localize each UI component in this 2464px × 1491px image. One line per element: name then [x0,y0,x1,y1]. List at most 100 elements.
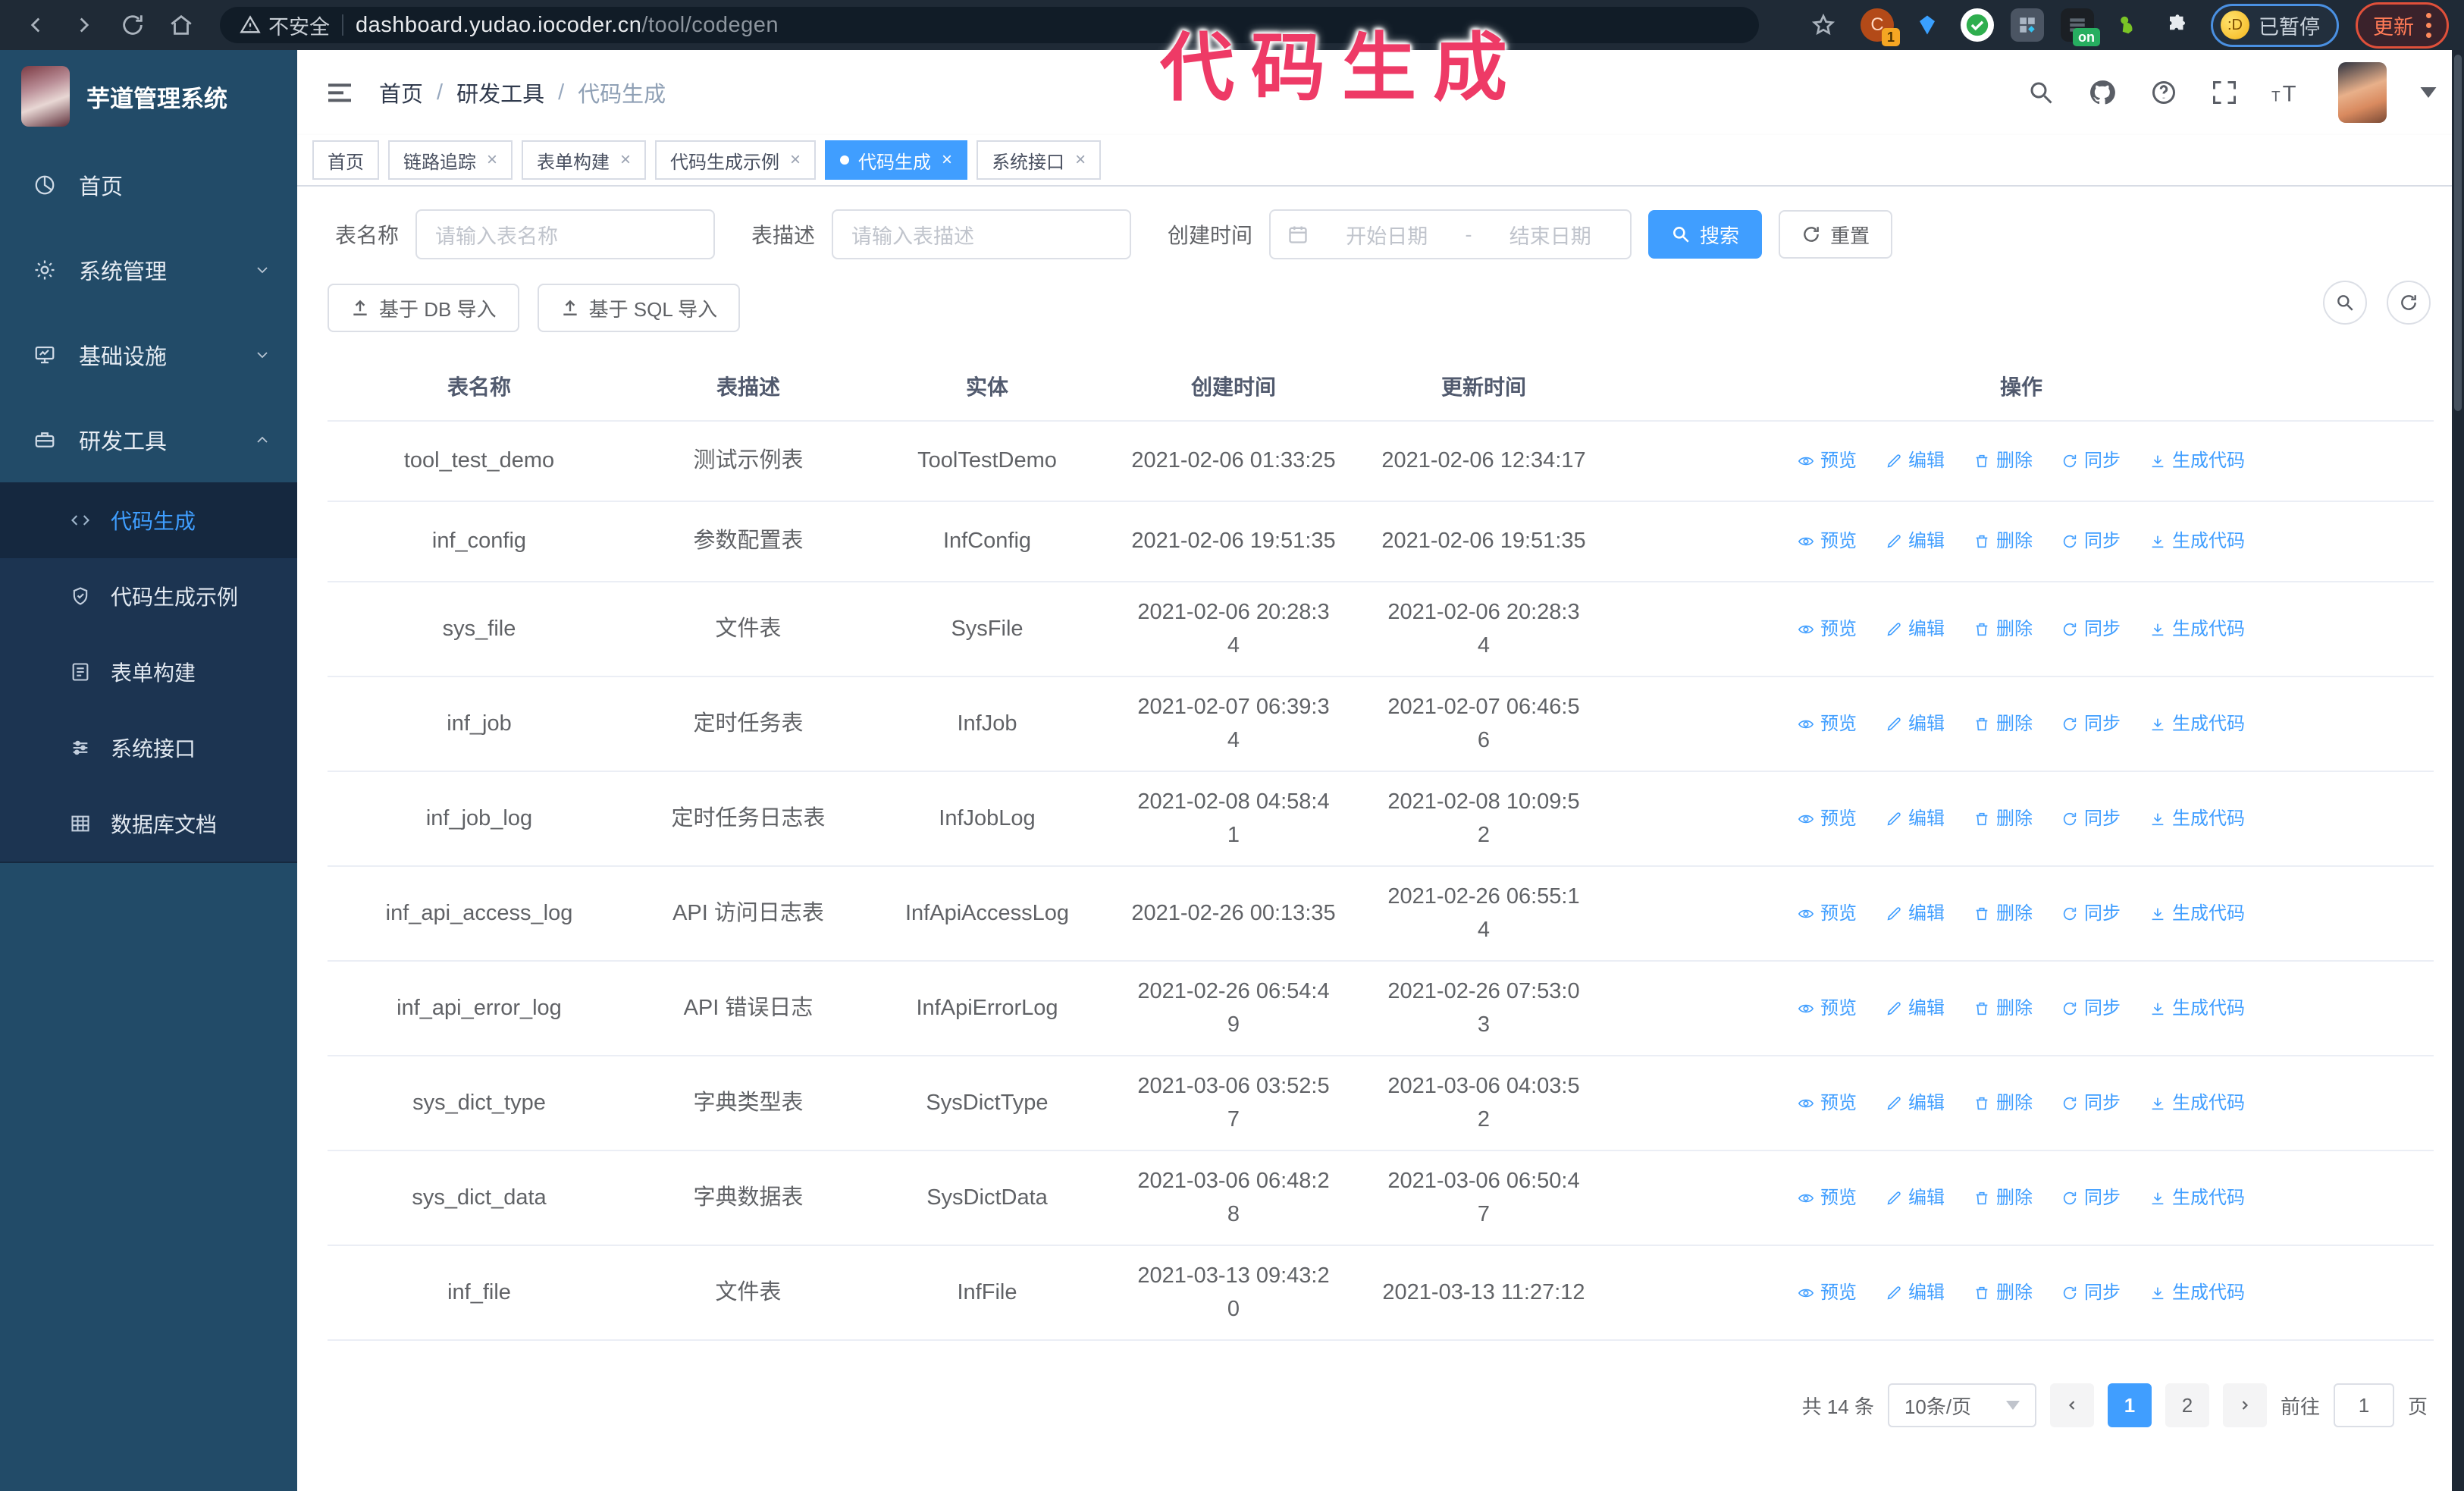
action-edit[interactable]: 编辑 [1886,805,1945,833]
action-preview[interactable]: 预览 [1798,805,1857,833]
scrollbar-thumb[interactable] [2454,55,2462,411]
action-edit[interactable]: 编辑 [1886,711,1945,738]
action-delete[interactable]: 删除 [1973,447,2033,475]
table-desc-input[interactable]: 请输入表描述 [832,209,1132,259]
prev-page-button[interactable] [2049,1383,2094,1427]
hamburger-icon[interactable] [324,77,355,108]
tab-close-icon[interactable]: × [942,149,952,171]
action-delete[interactable]: 删除 [1973,900,2033,928]
sidebar-item-研发工具[interactable]: 研发工具 [0,397,297,482]
action-delete[interactable]: 删除 [1973,528,2033,555]
bookmark-star-icon[interactable] [1803,5,1844,46]
action-edit[interactable]: 编辑 [1886,616,1945,643]
page-scrollbar[interactable] [2452,50,2464,1491]
reload-icon[interactable] [112,5,153,46]
sidebar-item-基础设施[interactable]: 基础设施 [0,312,297,397]
tab-close-icon[interactable]: × [487,149,497,171]
sidebar-subitem-代码生成[interactable]: 代码生成 [0,482,297,558]
action-delete[interactable]: 删除 [1973,1090,2033,1117]
action-delete[interactable]: 删除 [1973,616,2033,643]
action-delete[interactable]: 删除 [1973,1279,2033,1307]
action-delete[interactable]: 删除 [1973,1185,2033,1212]
home-icon[interactable] [161,5,202,46]
reset-button[interactable]: 重置 [1779,210,1893,259]
action-generate-code[interactable]: 生成代码 [2149,1090,2245,1117]
sidebar-item-首页[interactable]: 首页 [0,143,297,228]
import-db-button[interactable]: 基于 DB 导入 [328,284,519,332]
action-preview[interactable]: 预览 [1798,447,1857,475]
extension-icon-green-check[interactable] [1961,8,1994,42]
page-button-1[interactable]: 1 [2107,1383,2152,1427]
help-icon[interactable] [2150,79,2177,106]
date-range-picker[interactable]: 开始日期 - 结束日期 [1269,209,1632,259]
action-edit[interactable]: 编辑 [1886,528,1945,555]
action-sync[interactable]: 同步 [2061,900,2121,928]
action-sync[interactable]: 同步 [2061,447,2121,475]
tab-表单构建[interactable]: 表单构建 × [522,140,647,180]
extension-icon-gem[interactable] [1911,8,1944,42]
sidebar-logo[interactable]: 芋道管理系统 [0,50,297,143]
show-search-toggle-button[interactable] [2323,281,2367,325]
action-generate-code[interactable]: 生成代码 [2149,528,2245,555]
extension-icon-dark[interactable]: on [2061,8,2100,46]
refresh-table-button[interactable] [2387,281,2431,325]
extension-icon-frog[interactable] [2111,8,2144,42]
action-delete[interactable]: 删除 [1973,995,2033,1022]
action-sync[interactable]: 同步 [2061,1279,2121,1307]
action-sync[interactable]: 同步 [2061,805,2121,833]
extensions-puzzle-icon[interactable] [2161,8,2194,42]
action-edit[interactable]: 编辑 [1886,1279,1945,1307]
action-edit[interactable]: 编辑 [1886,900,1945,928]
extension-icon-orange[interactable]: C1 [1861,8,1900,46]
action-generate-code[interactable]: 生成代码 [2149,995,2245,1022]
paused-badge[interactable]: :D 已暂停 [2211,3,2339,47]
extension-icon-grid[interactable] [2011,8,2044,42]
action-preview[interactable]: 预览 [1798,1279,1857,1307]
action-generate-code[interactable]: 生成代码 [2149,711,2245,738]
action-generate-code[interactable]: 生成代码 [2149,805,2245,833]
tab-close-icon[interactable]: × [620,149,631,171]
search-button[interactable]: 搜索 [1648,210,1763,259]
action-delete[interactable]: 删除 [1973,711,2033,738]
import-sql-button[interactable]: 基于 SQL 导入 [537,284,741,332]
github-icon[interactable] [2088,78,2117,107]
action-preview[interactable]: 预览 [1798,1090,1857,1117]
action-generate-code[interactable]: 生成代码 [2149,1279,2245,1307]
table-name-input[interactable]: 请输入表名称 [415,209,716,259]
action-edit[interactable]: 编辑 [1886,1185,1945,1212]
tab-代码生成示例[interactable]: 代码生成示例 × [655,140,817,180]
action-generate-code[interactable]: 生成代码 [2149,1185,2245,1212]
tab-系统接口[interactable]: 系统接口 × [977,140,1102,180]
action-sync[interactable]: 同步 [2061,1090,2121,1117]
action-edit[interactable]: 编辑 [1886,995,1945,1022]
sidebar-subitem-数据库文档[interactable]: 数据库文档 [0,786,297,862]
header-search-icon[interactable] [2027,79,2055,106]
caret-down-icon[interactable] [2420,87,2437,98]
action-edit[interactable]: 编辑 [1886,447,1945,475]
back-icon[interactable] [15,5,56,46]
action-preview[interactable]: 预览 [1798,528,1857,555]
forward-icon[interactable] [64,5,105,46]
action-preview[interactable]: 预览 [1798,900,1857,928]
security-warning[interactable]: 不安全 [240,11,330,40]
breadcrumb-home[interactable]: 首页 [379,77,423,108]
action-preview[interactable]: 预览 [1798,1185,1857,1212]
action-sync[interactable]: 同步 [2061,528,2121,555]
page-size-select[interactable]: 10条/页 [1887,1383,2036,1427]
action-sync[interactable]: 同步 [2061,616,2121,643]
update-button[interactable]: 更新 [2356,2,2449,49]
action-preview[interactable]: 预览 [1798,711,1857,738]
breadcrumb-tools[interactable]: 研发工具 [456,77,544,108]
action-sync[interactable]: 同步 [2061,995,2121,1022]
tab-代码生成[interactable]: 代码生成 × [825,140,968,180]
tab-链路追踪[interactable]: 链路追踪 × [388,140,513,180]
action-generate-code[interactable]: 生成代码 [2149,616,2245,643]
action-sync[interactable]: 同步 [2061,711,2121,738]
sidebar-subitem-系统接口[interactable]: 系统接口 [0,710,297,786]
action-edit[interactable]: 编辑 [1886,1090,1945,1117]
sidebar-subitem-表单构建[interactable]: 表单构建 [0,634,297,710]
fullscreen-icon[interactable] [2211,79,2238,106]
goto-page-input[interactable]: 1 [2333,1383,2394,1427]
more-menu-icon[interactable] [2426,12,2431,38]
tab-close-icon[interactable]: × [790,149,801,171]
